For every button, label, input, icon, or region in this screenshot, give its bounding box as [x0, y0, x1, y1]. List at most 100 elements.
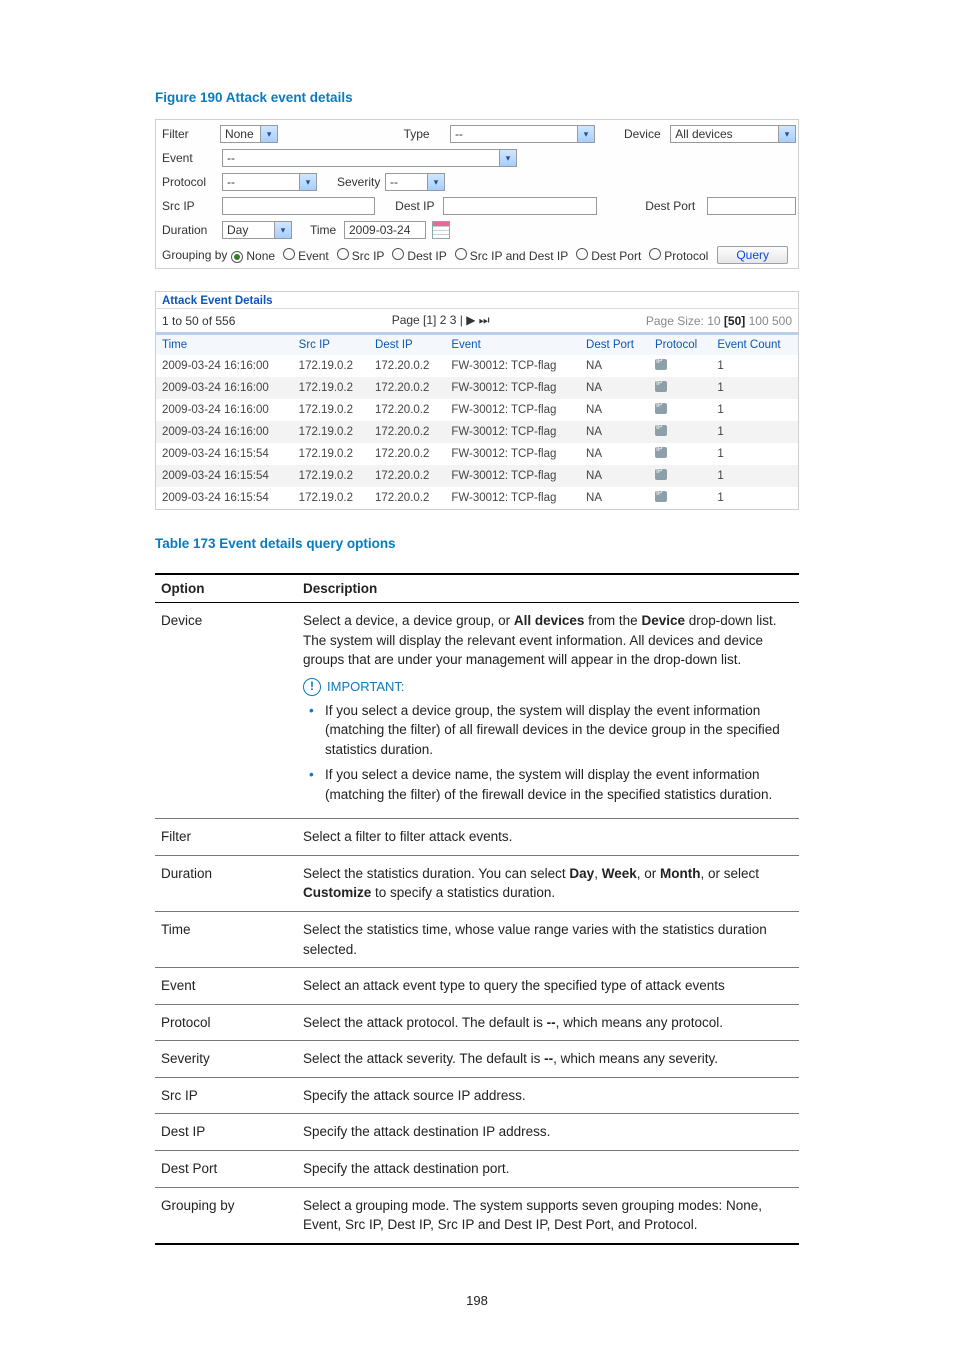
groupby-radio-src-ip[interactable] [337, 248, 349, 260]
table-row[interactable]: 2009-03-24 16:15:54172.19.0.2172.20.0.2F… [156, 465, 798, 487]
cell: 2009-03-24 16:16:00 [156, 421, 293, 443]
label-destport: Dest Port [641, 199, 707, 213]
label-groupby: Grouping by [162, 248, 227, 262]
table-caption: Table 173 Event details query options [155, 536, 799, 551]
groupby-label: Src IP [352, 249, 385, 263]
protocol-select[interactable]: --▾ [222, 173, 317, 191]
cell: 1 [711, 399, 798, 421]
cell: 172.19.0.2 [293, 443, 369, 465]
device-select[interactable]: All devices▾ [670, 125, 796, 143]
groupby-label: Event [298, 249, 329, 263]
cell: FW-30012: TCP-flag [445, 377, 580, 399]
option-row: SeveritySelect the attack severity. The … [155, 1041, 799, 1078]
col-event[interactable]: Event [445, 335, 580, 355]
chevron-down-icon: ▾ [299, 174, 316, 190]
cell: FW-30012: TCP-flag [445, 487, 580, 509]
chevron-down-icon: ▾ [274, 222, 291, 238]
table-row[interactable]: 2009-03-24 16:16:00172.19.0.2172.20.0.2F… [156, 377, 798, 399]
protocol-ip-icon [655, 403, 667, 414]
cell: NA [580, 421, 649, 443]
protocol-ip-icon [655, 425, 667, 436]
page-size-option[interactable]: 500 [769, 314, 792, 328]
label-time: Time [310, 223, 344, 237]
event-select[interactable]: --▾ [222, 149, 517, 167]
option-name: Protocol [155, 1004, 297, 1041]
option-description: Select a device, a device group, or All … [297, 603, 799, 819]
option-name: Event [155, 968, 297, 1005]
cell: 1 [711, 465, 798, 487]
groupby-radio-dest-port[interactable] [576, 248, 588, 260]
destip-input[interactable] [443, 197, 597, 215]
table-row[interactable]: 2009-03-24 16:15:54172.19.0.2172.20.0.2F… [156, 487, 798, 509]
filter-panel: Filter None▾ Type --▾ Device All devices… [155, 119, 799, 269]
label-filter: Filter [158, 127, 220, 141]
cell: FW-30012: TCP-flag [445, 443, 580, 465]
time-input[interactable]: 2009-03-24 [344, 221, 426, 239]
col-event-count[interactable]: Event Count [711, 335, 798, 355]
cell: 172.20.0.2 [369, 421, 445, 443]
groupby-radio-event[interactable] [283, 248, 295, 260]
label-destip: Dest IP [395, 199, 443, 213]
protocol-ip-icon [655, 381, 667, 392]
label-type: Type [404, 127, 450, 141]
groupby-label: Protocol [664, 249, 708, 263]
important-bullet: If you select a device group, the system… [325, 701, 793, 760]
cell: NA [580, 443, 649, 465]
calendar-icon[interactable] [432, 221, 450, 239]
option-description: Select the statistics duration. You can … [297, 855, 799, 911]
option-name: Severity [155, 1041, 297, 1078]
groupby-radio-none[interactable] [231, 251, 243, 263]
page-size-option[interactable]: [50] [721, 314, 746, 328]
table-row[interactable]: 2009-03-24 16:16:00172.19.0.2172.20.0.2F… [156, 421, 798, 443]
cell: 172.20.0.2 [369, 487, 445, 509]
cell: FW-30012: TCP-flag [445, 355, 580, 377]
chevron-down-icon: ▾ [778, 126, 795, 142]
table-row[interactable]: 2009-03-24 16:16:00172.19.0.2172.20.0.2F… [156, 399, 798, 421]
cell: NA [580, 377, 649, 399]
table-row[interactable]: 2009-03-24 16:15:54172.19.0.2172.20.0.2F… [156, 443, 798, 465]
filter-select[interactable]: None▾ [220, 125, 278, 143]
cell: 172.20.0.2 [369, 377, 445, 399]
groupby-radio-protocol[interactable] [649, 248, 661, 260]
cell: 2009-03-24 16:16:00 [156, 377, 293, 399]
cell: 1 [711, 377, 798, 399]
page-size-option[interactable]: 100 [745, 314, 768, 328]
col-protocol[interactable]: Protocol [649, 335, 711, 355]
type-select[interactable]: --▾ [450, 125, 595, 143]
important-bullet: If you select a device name, the system … [325, 765, 793, 804]
duration-select[interactable]: Day ▾ [222, 221, 292, 239]
severity-select[interactable]: --▾ [385, 173, 445, 191]
cell: 172.20.0.2 [369, 465, 445, 487]
cell: 1 [711, 443, 798, 465]
cell-protocol [649, 399, 711, 421]
col-src-ip[interactable]: Src IP [293, 335, 369, 355]
option-name: Dest Port [155, 1150, 297, 1187]
col-dest-ip[interactable]: Dest IP [369, 335, 445, 355]
chevron-down-icon: ▾ [577, 126, 594, 142]
cell: 172.19.0.2 [293, 399, 369, 421]
page-nav[interactable]: Page [1] 2 3 | ▶ ⏭ [235, 313, 645, 328]
table-row[interactable]: 2009-03-24 16:16:00172.19.0.2172.20.0.2F… [156, 355, 798, 377]
time-value: 2009-03-24 [349, 223, 410, 237]
groupby-radio-dest-ip[interactable] [392, 248, 404, 260]
query-button[interactable]: Query [717, 246, 788, 264]
cell: 172.19.0.2 [293, 487, 369, 509]
duration-value: Day [227, 223, 248, 237]
cell: 172.19.0.2 [293, 377, 369, 399]
option-name: Grouping by [155, 1187, 297, 1244]
col-time[interactable]: Time [156, 335, 293, 355]
destport-input[interactable] [707, 197, 796, 215]
page-size[interactable]: Page Size: 10 [50] 100 500 [646, 314, 792, 328]
col-dest-port[interactable]: Dest Port [580, 335, 649, 355]
option-description: Select an attack event type to query the… [297, 968, 799, 1005]
page-size-option[interactable]: 10 [707, 314, 720, 328]
option-row: EventSelect an attack event type to quer… [155, 968, 799, 1005]
option-description: Select the statistics time, whose value … [297, 912, 799, 968]
groupby-radio-src-ip-and-dest-ip[interactable] [455, 248, 467, 260]
srcip-input[interactable] [222, 197, 376, 215]
event-value: -- [227, 151, 235, 165]
chevron-down-icon: ▾ [260, 126, 277, 142]
page-size-label: Page Size: [646, 314, 704, 328]
protocol-ip-icon [655, 359, 667, 370]
protocol-ip-icon [655, 491, 667, 502]
